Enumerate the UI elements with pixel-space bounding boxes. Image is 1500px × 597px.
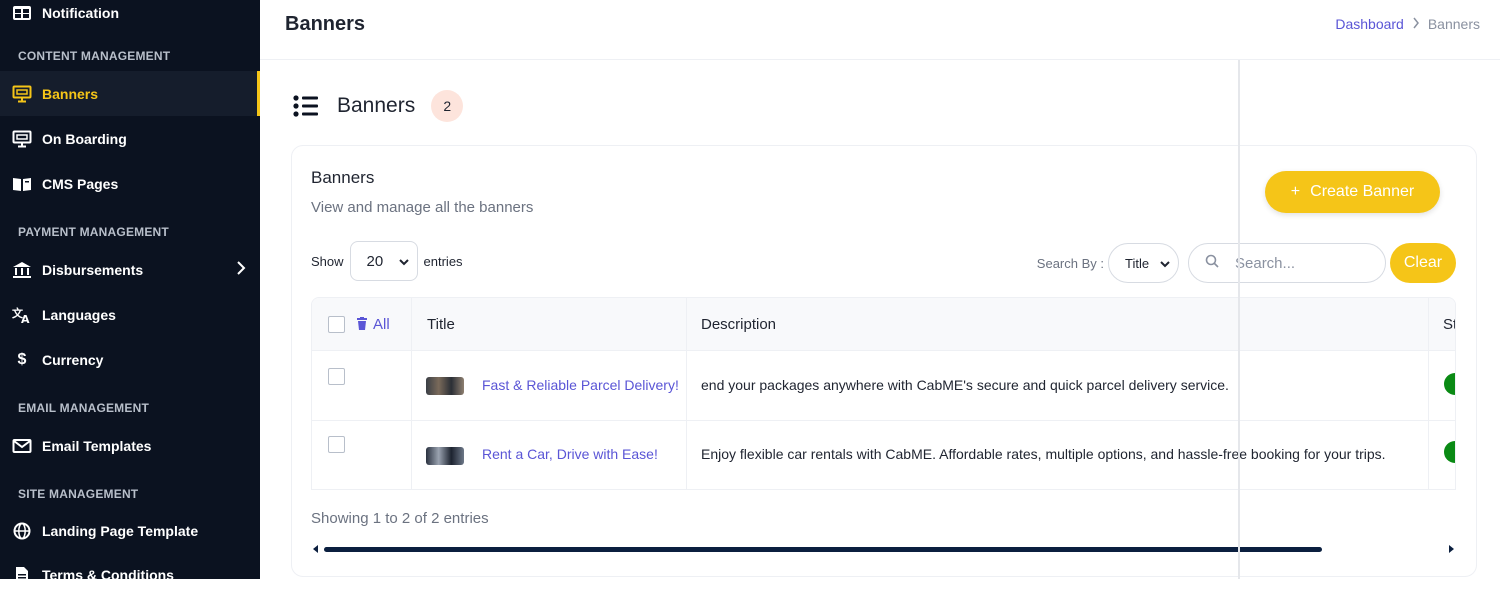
search-controls: Search By : Title Search... Clear <box>1037 243 1456 283</box>
sidebar-item-notification[interactable]: Notification <box>0 0 260 35</box>
section-title: Banners <box>337 94 416 117</box>
sidebar-item-label: Notification <box>42 4 119 21</box>
sidebar-item-disbursements[interactable]: Disbursements <box>0 247 260 292</box>
section-heading: Banners 2 <box>293 90 464 122</box>
breadcrumb-dashboard-link[interactable]: Dashboard <box>1335 16 1404 32</box>
entries-label: entries <box>423 253 463 269</box>
grid-icon <box>12 3 32 23</box>
sidebar: Notification CONTENT MANAGEMENT Banners … <box>0 0 260 583</box>
sidebar-item-landing-page-template[interactable]: Landing Page Template <box>0 508 260 553</box>
entries-control: Show 20 entries <box>311 241 463 281</box>
entries-value: 20 <box>366 252 384 270</box>
translate-icon: 文A <box>12 305 32 325</box>
banner-thumbnail <box>426 377 464 395</box>
main-content: Banners 2 Banners View and manage all th… <box>260 60 1500 579</box>
monitor-icon <box>12 84 32 104</box>
breadcrumb-current: Banners <box>1427 16 1480 32</box>
status-toggle[interactable] <box>1444 441 1455 463</box>
search-by-select[interactable]: Title <box>1108 243 1179 283</box>
chevron-down-icon <box>1160 256 1170 271</box>
sidebar-item-currency[interactable]: $ Currency <box>0 337 260 382</box>
status-toggle[interactable] <box>1444 373 1455 395</box>
section-label-email: EMAIL MANAGEMENT <box>18 401 149 415</box>
entries-select[interactable]: 20 <box>349 241 418 281</box>
sidebar-item-banners[interactable]: Banners <box>0 71 260 116</box>
row-checkbox[interactable] <box>328 368 345 385</box>
file-icon <box>12 565 32 585</box>
search-by-value: Title <box>1125 255 1150 271</box>
topbar: Banners Dashboard Banners <box>260 0 1500 60</box>
sidebar-item-label: On Boarding <box>42 130 127 147</box>
bank-icon <box>12 260 32 280</box>
table-row: Rent a Car, Drive with Ease! Enjoy flexi… <box>312 421 1455 489</box>
search-placeholder: Search... <box>1235 254 1296 272</box>
mail-icon <box>12 436 32 456</box>
scroll-left-icon[interactable] <box>313 545 318 553</box>
count-badge: 2 <box>431 90 464 122</box>
breadcrumb: Dashboard Banners <box>1335 16 1480 32</box>
sidebar-item-label: Languages <box>42 306 116 323</box>
chevron-right-icon <box>1412 16 1420 32</box>
sidebar-item-cms-pages[interactable]: CMS Pages <box>0 161 260 206</box>
column-title[interactable]: Title <box>427 316 455 333</box>
banner-title-link[interactable]: Fast & Reliable Parcel Delivery! <box>482 377 679 393</box>
svg-text:A: A <box>21 313 30 324</box>
section-label-payment: PAYMENT MANAGEMENT <box>18 225 169 239</box>
section-label-site: SITE MANAGEMENT <box>18 487 139 501</box>
sidebar-item-label: Terms & Conditions <box>42 566 174 583</box>
row-checkbox[interactable] <box>328 436 345 453</box>
book-icon <box>12 174 32 194</box>
globe-icon <box>12 521 32 541</box>
plus-icon: + <box>1290 183 1301 200</box>
banner-thumbnail <box>426 447 464 465</box>
card-subtitle: View and manage all the banners <box>311 199 534 216</box>
banner-title-link[interactable]: Rent a Car, Drive with Ease! <box>482 446 658 462</box>
sidebar-item-label: CMS Pages <box>42 175 119 192</box>
sidebar-item-languages[interactable]: 文A Languages <box>0 292 260 337</box>
select-all-label[interactable]: All <box>373 316 390 333</box>
clear-button[interactable]: Clear <box>1390 243 1456 283</box>
show-label: Show <box>311 253 344 269</box>
pagination-info: Showing 1 to 2 of 2 entries <box>311 510 489 527</box>
search-icon <box>1205 254 1219 272</box>
dollar-icon: $ <box>17 350 27 368</box>
column-description[interactable]: Description <box>701 316 776 333</box>
sidebar-item-label: Banners <box>42 85 99 102</box>
sidebar-item-terms-conditions[interactable]: Terms & Conditions <box>0 552 260 597</box>
scrollbar-thumb[interactable] <box>324 547 1322 552</box>
section-label-content: CONTENT MANAGEMENT <box>18 49 171 63</box>
banners-table: All Title Description St Fast & Reliable… <box>311 297 1456 490</box>
sidebar-item-onboarding[interactable]: On Boarding <box>0 116 260 161</box>
horizontal-scrollbar[interactable] <box>311 544 1456 554</box>
sidebar-item-label: Landing Page Template <box>42 522 199 539</box>
monitor-icon <box>12 129 32 149</box>
search-by-label: Search By : <box>1036 255 1104 271</box>
select-all-checkbox[interactable] <box>328 316 345 333</box>
banner-description: end your packages anywhere with CabME's … <box>701 377 1229 393</box>
card-title: Banners <box>311 168 375 187</box>
sidebar-item-label: Currency <box>42 351 104 368</box>
sidebar-item-email-templates[interactable]: Email Templates <box>0 423 260 468</box>
list-icon <box>293 95 319 117</box>
chevron-right-icon <box>236 261 246 278</box>
create-banner-label: Create Banner <box>1310 183 1415 200</box>
search-input[interactable]: Search... <box>1188 243 1386 283</box>
scroll-right-icon[interactable] <box>1449 545 1454 553</box>
sidebar-item-label: Disbursements <box>42 261 144 278</box>
page-edge-divider <box>1238 60 1240 579</box>
chevron-down-icon <box>398 253 409 270</box>
page-title: Banners <box>285 13 366 35</box>
create-banner-button[interactable]: + Create Banner <box>1265 171 1440 213</box>
column-status[interactable]: St <box>1443 316 1455 333</box>
sidebar-item-label: Email Templates <box>42 437 152 454</box>
table-row: Fast & Reliable Parcel Delivery! end you… <box>312 351 1455 421</box>
table-header: All Title Description St <box>312 298 1455 351</box>
banners-card: Banners View and manage all the banners … <box>291 145 1477 577</box>
banner-description: Enjoy flexible car rentals with CabME. A… <box>701 446 1386 462</box>
trash-icon[interactable] <box>357 317 367 335</box>
